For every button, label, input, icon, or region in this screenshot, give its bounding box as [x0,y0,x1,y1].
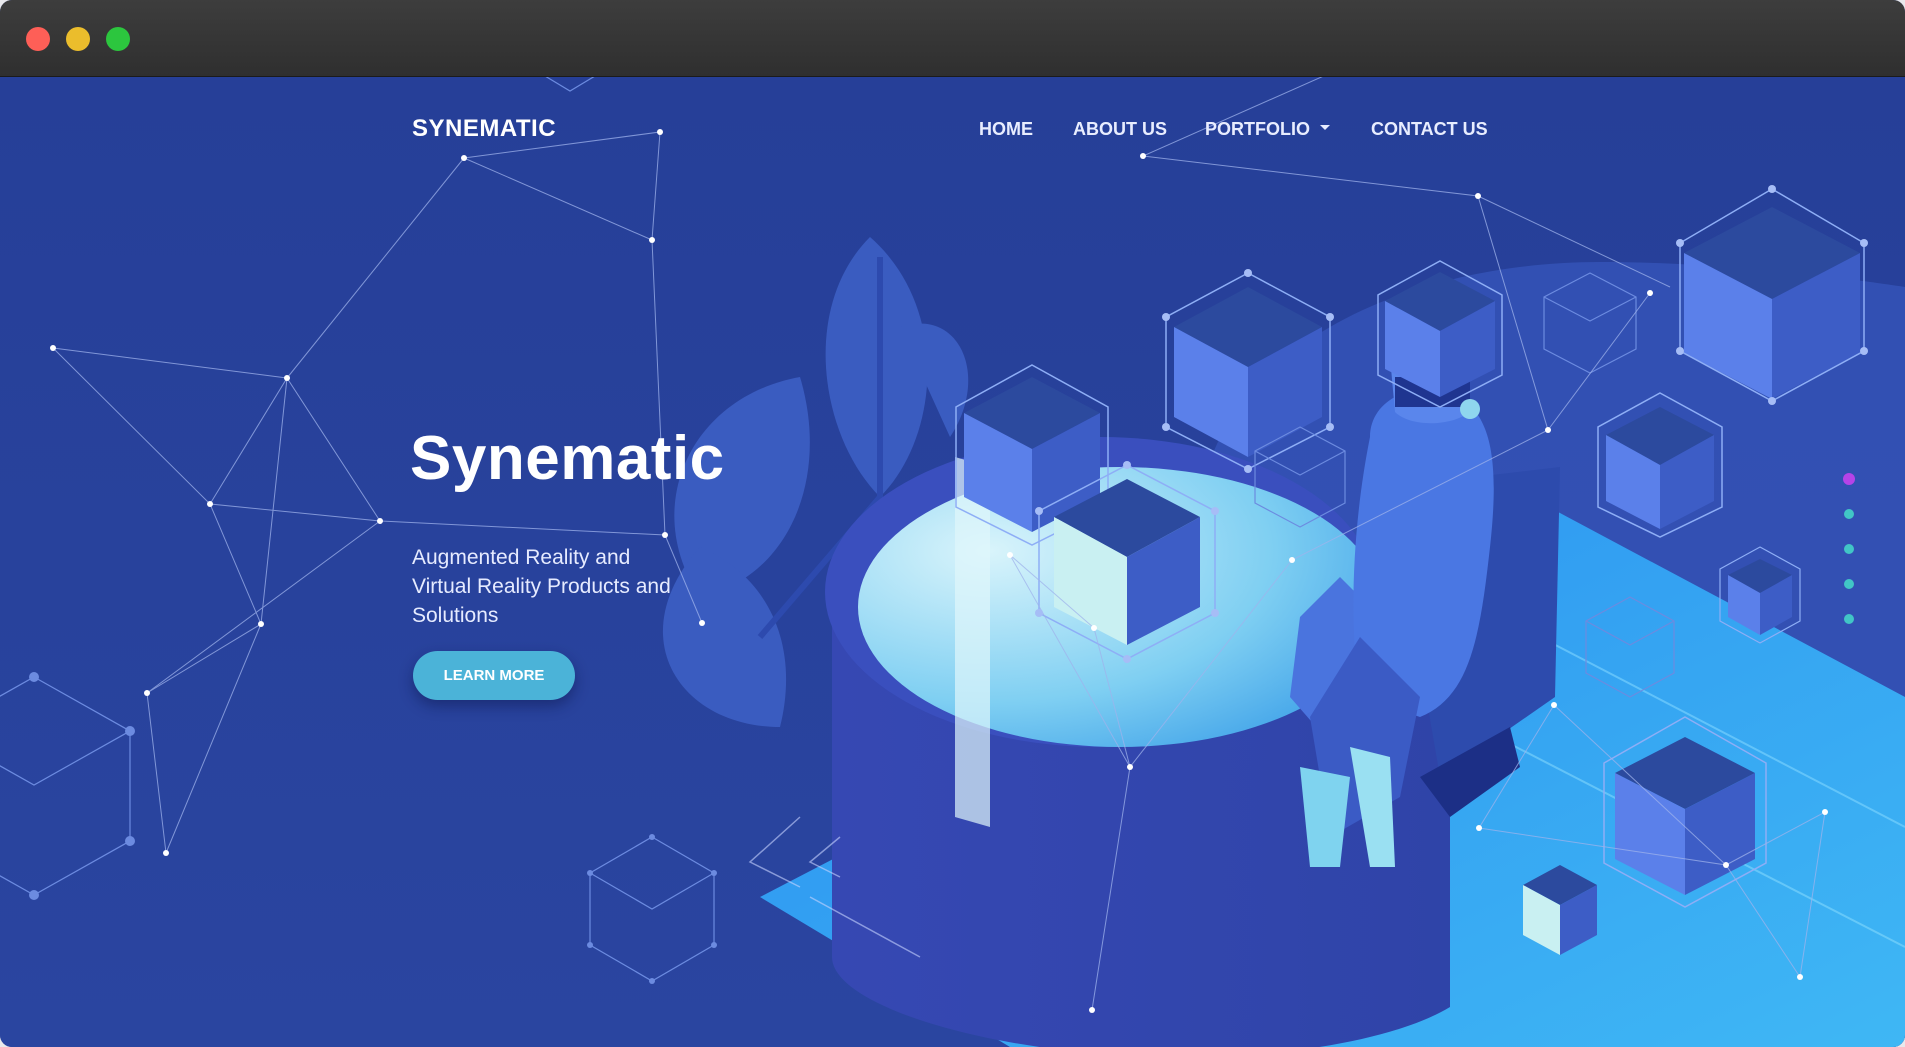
hero-title: Synematic [410,424,725,493]
learn-more-button[interactable]: LEARN MORE [413,651,575,700]
nav-portfolio[interactable]: PORTFOLIO [1205,119,1330,140]
brand-logo[interactable]: SYNEMATIC [412,115,556,143]
nav-home[interactable]: HOME [979,119,1033,140]
minimize-window-button[interactable] [66,27,90,51]
browser-window: SYNEMATIC HOME ABOUT US PORTFOLIO CONTAC… [0,0,1905,1047]
window-titlebar [0,0,1905,77]
pager-dot-4[interactable] [1844,579,1854,589]
nav-contact-us[interactable]: CONTACT US [1371,119,1488,140]
pager-dot-2[interactable] [1844,509,1854,519]
hero-illustration [0,77,1905,1047]
pager-dot-1[interactable] [1843,473,1855,485]
hero-subtitle: Augmented Reality and Virtual Reality Pr… [412,546,671,627]
landing-page: SYNEMATIC HOME ABOUT US PORTFOLIO CONTAC… [0,77,1905,1047]
maximize-window-button[interactable] [106,27,130,51]
nav-about-us[interactable]: ABOUT US [1073,119,1167,140]
nav-portfolio-label: PORTFOLIO [1205,119,1310,139]
pager-dot-5[interactable] [1844,614,1854,624]
pager-dot-3[interactable] [1844,544,1854,554]
close-window-button[interactable] [26,27,50,51]
chevron-down-icon [1320,124,1330,130]
